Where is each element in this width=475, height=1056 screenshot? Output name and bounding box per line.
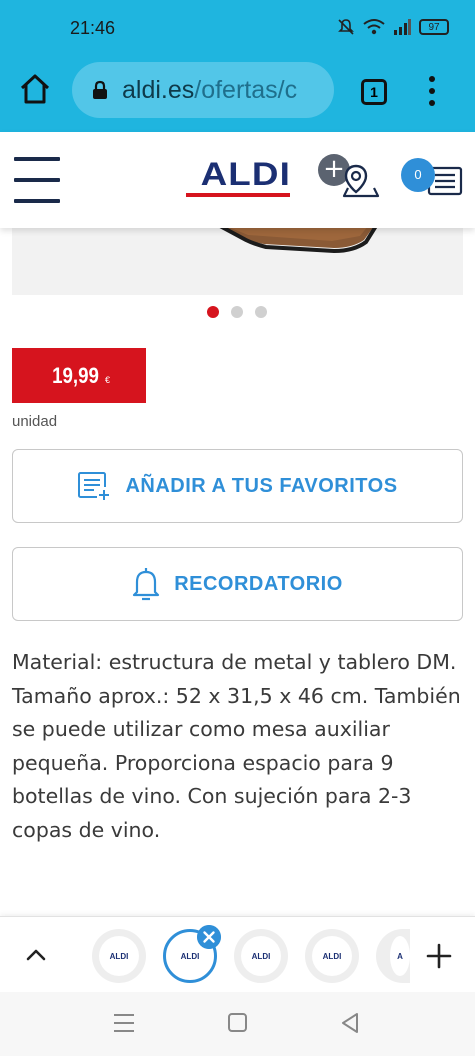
- signal-icon: [394, 19, 411, 35]
- tab-thumbnail[interactable]: ALDI: [234, 929, 288, 983]
- price-currency: €: [105, 374, 111, 385]
- hamburger-menu-icon[interactable]: [14, 157, 60, 203]
- carousel-dot[interactable]: [207, 306, 219, 318]
- browser-tab-strip: ALDI ALDI ALDI ALDI A: [0, 916, 475, 992]
- price-value: 19,99: [52, 362, 99, 388]
- list-add-icon: [78, 472, 112, 501]
- close-tab-icon[interactable]: [197, 925, 221, 949]
- carousel-dots: [207, 306, 267, 318]
- chevron-up-icon[interactable]: [22, 941, 50, 969]
- aldi-logo[interactable]: ALDI: [186, 156, 290, 197]
- home-nav-icon[interactable]: [228, 1013, 247, 1032]
- browser-toolbar: 21:46 97 aldi.es/ofertas/c 1: [0, 0, 475, 132]
- bell-icon: [133, 568, 160, 601]
- system-nav-bar: [0, 992, 475, 1056]
- shopping-list-count: 0: [401, 158, 435, 192]
- tab-thumbnail[interactable]: ALDI: [92, 929, 146, 983]
- product-description: Material: estructura de metal y tablero …: [12, 650, 461, 842]
- lock-icon: [93, 80, 107, 99]
- tab-switcher-button[interactable]: 1: [361, 79, 387, 105]
- wifi-icon: [363, 19, 385, 35]
- tab-thumbnail[interactable]: ALDI: [305, 929, 359, 983]
- product-image[interactable]: [12, 226, 463, 295]
- reminder-label: RECORDATORIO: [174, 572, 343, 595]
- mute-icon: [338, 19, 354, 35]
- price-unit: unidad: [12, 413, 58, 430]
- site-header: ALDI + 0: [0, 132, 475, 228]
- reminder-button[interactable]: RECORDATORIO: [12, 547, 463, 621]
- location-pin-icon: [342, 164, 380, 198]
- status-time: 21:46: [70, 18, 116, 38]
- shopping-list-button[interactable]: 0: [401, 154, 465, 200]
- add-to-favorites-button[interactable]: AÑADIR A TUS FAVORITOS: [12, 449, 463, 523]
- carousel-dot[interactable]: [255, 306, 267, 318]
- status-icons: 97: [337, 18, 449, 36]
- add-to-favorites-label: AÑADIR A TUS FAVORITOS: [125, 474, 398, 497]
- carousel-dot[interactable]: [231, 306, 243, 318]
- recents-icon[interactable]: [114, 1014, 134, 1032]
- wine-rack-image: [218, 226, 378, 254]
- url-text: aldi.es/ofertas/c: [122, 75, 298, 104]
- browser-menu-icon[interactable]: [426, 76, 438, 106]
- tab-thumbnail[interactable]: A: [376, 929, 410, 983]
- new-tab-icon[interactable]: [426, 943, 452, 969]
- url-bar[interactable]: aldi.es/ofertas/c: [72, 62, 334, 118]
- price-tag: 19,99 €: [12, 348, 146, 403]
- home-icon[interactable]: [18, 72, 52, 106]
- back-icon[interactable]: [340, 1012, 360, 1034]
- store-locator-button[interactable]: +: [318, 154, 382, 200]
- battery-icon: 97: [419, 19, 449, 35]
